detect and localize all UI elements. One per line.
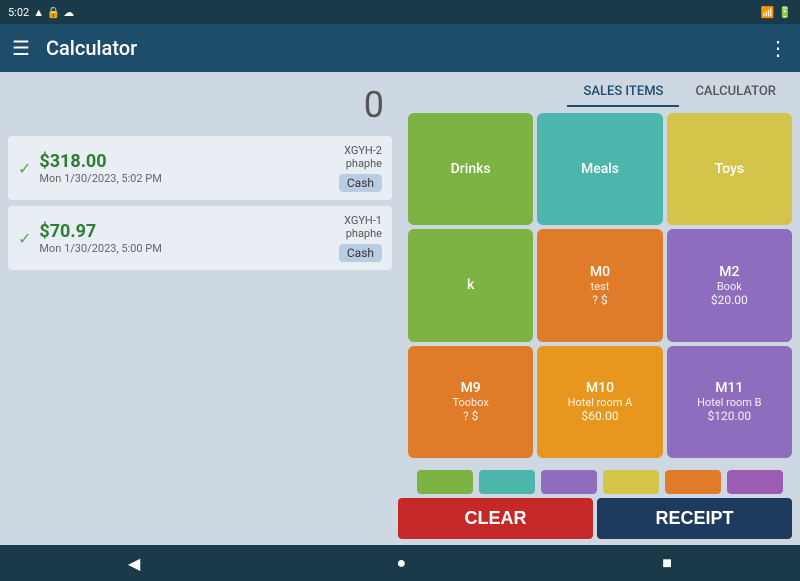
transaction-card-2[interactable]: ✓ $70.97 Mon 1/30/2023, 5:00 PM XGYH-1 p…	[8, 206, 392, 270]
page-title: Calculator	[46, 36, 768, 60]
sales-item-m10[interactable]: M10 Hotel room A $60.00	[537, 346, 662, 458]
sales-item-m2-code: Book	[717, 280, 742, 293]
sales-item-m10-code: Hotel room A	[568, 396, 633, 409]
home-button[interactable]: ●	[396, 553, 406, 573]
color-dot-4[interactable]	[665, 470, 721, 494]
battery-icon: 🔋	[778, 6, 792, 19]
payment-badge-1: Cash	[339, 174, 382, 192]
color-palette	[8, 470, 792, 494]
sales-item-m0-name: M0	[590, 264, 610, 280]
bottom-nav: ◀ ● ■	[0, 545, 800, 581]
status-left: 5:02 ▲ 🔒 ☁	[8, 6, 74, 19]
sales-item-toys[interactable]: Toys	[667, 113, 792, 225]
color-dot-5[interactable]	[727, 470, 783, 494]
transaction-amount-2: $70.97	[39, 221, 330, 242]
receipt-button[interactable]: RECEIPT	[597, 498, 792, 539]
transaction-info-2: $70.97 Mon 1/30/2023, 5:00 PM	[39, 221, 330, 255]
menu-icon[interactable]: ☰	[12, 36, 30, 60]
clear-button[interactable]: CLEAR	[398, 498, 593, 539]
transaction-id-1: XGYH-2	[339, 144, 382, 157]
sales-item-m0-price: ? $	[592, 293, 607, 307]
sales-item-m10-price: $60.00	[582, 409, 619, 423]
transaction-meta-2: XGYH-1 phaphe Cash	[339, 214, 382, 262]
check-icon-1: ✓	[18, 159, 31, 178]
transaction-date-1: Mon 1/30/2023, 5:02 PM	[39, 172, 330, 185]
sales-item-k[interactable]: k	[408, 229, 533, 341]
tabs: SALES ITEMS CALCULATOR	[408, 78, 792, 107]
sales-item-m11[interactable]: M11 Hotel room B $120.00	[667, 346, 792, 458]
sales-item-m11-code: Hotel room B	[697, 396, 761, 409]
sales-item-k-name: k	[467, 277, 474, 293]
sales-item-drinks-name: Drinks	[451, 161, 491, 177]
transaction-info-1: $318.00 Mon 1/30/2023, 5:02 PM	[39, 151, 330, 185]
sales-grid: Drinks Meals Toys k M0 test ? $ M2 Book …	[408, 113, 792, 458]
back-button[interactable]: ◀	[128, 554, 140, 573]
right-panel: SALES ITEMS CALCULATOR Drinks Meals Toys…	[400, 72, 800, 464]
sales-item-m2-price: $20.00	[711, 293, 748, 307]
sales-item-m0[interactable]: M0 test ? $	[537, 229, 662, 341]
color-dot-1[interactable]	[479, 470, 535, 494]
payment-badge-2: Cash	[339, 244, 382, 262]
color-dot-0[interactable]	[417, 470, 473, 494]
sales-item-m0-code: test	[591, 280, 610, 293]
wifi-icon: 📶	[761, 6, 775, 19]
sales-item-m2-name: M2	[719, 264, 739, 280]
top-bar: ☰ Calculator ⋮	[0, 24, 800, 72]
more-icon[interactable]: ⋮	[768, 36, 788, 60]
sales-item-m9-name: M9	[461, 380, 481, 396]
main-content: 0 ✓ $318.00 Mon 1/30/2023, 5:02 PM XGYH-…	[0, 72, 800, 464]
status-time: 5:02	[8, 6, 29, 19]
transaction-id-2: XGYH-1	[339, 214, 382, 227]
transaction-amount-1: $318.00	[39, 151, 330, 172]
bottom-area: CLEAR RECEIPT	[0, 464, 800, 545]
color-dot-2[interactable]	[541, 470, 597, 494]
sales-item-meals[interactable]: Meals	[537, 113, 662, 225]
sales-item-m11-price: $120.00	[708, 409, 752, 423]
left-panel: 0 ✓ $318.00 Mon 1/30/2023, 5:02 PM XGYH-…	[0, 72, 400, 464]
sales-item-toys-name: Toys	[715, 161, 744, 177]
status-right: 📶 🔋	[761, 6, 792, 19]
tab-sales-items[interactable]: SALES ITEMS	[567, 78, 679, 107]
transaction-date-2: Mon 1/30/2023, 5:00 PM	[39, 242, 330, 255]
sales-item-m11-name: M11	[715, 380, 743, 396]
transaction-meta-1: XGYH-2 phaphe Cash	[339, 144, 382, 192]
action-buttons: CLEAR RECEIPT	[8, 498, 792, 539]
check-icon-2: ✓	[18, 229, 31, 248]
status-icons: ▲ 🔒 ☁	[33, 6, 74, 19]
sales-item-drinks[interactable]: Drinks	[408, 113, 533, 225]
sales-item-m9[interactable]: M9 Toobox ? $	[408, 346, 533, 458]
sales-item-m9-price: ? $	[463, 409, 478, 423]
sales-item-m2[interactable]: M2 Book $20.00	[667, 229, 792, 341]
transaction-user-1: phaphe	[339, 157, 382, 170]
recent-button[interactable]: ■	[662, 553, 672, 573]
sales-item-meals-name: Meals	[581, 161, 619, 177]
sales-item-m10-name: M10	[586, 380, 614, 396]
transaction-user-2: phaphe	[339, 227, 382, 240]
sales-item-m9-code: Toobox	[452, 396, 488, 409]
color-dot-3[interactable]	[603, 470, 659, 494]
transaction-card-1[interactable]: ✓ $318.00 Mon 1/30/2023, 5:02 PM XGYH-2 …	[8, 136, 392, 200]
display-amount: 0	[8, 80, 392, 130]
tab-calculator[interactable]: CALCULATOR	[679, 78, 792, 107]
status-bar: 5:02 ▲ 🔒 ☁ 📶 🔋	[0, 0, 800, 24]
